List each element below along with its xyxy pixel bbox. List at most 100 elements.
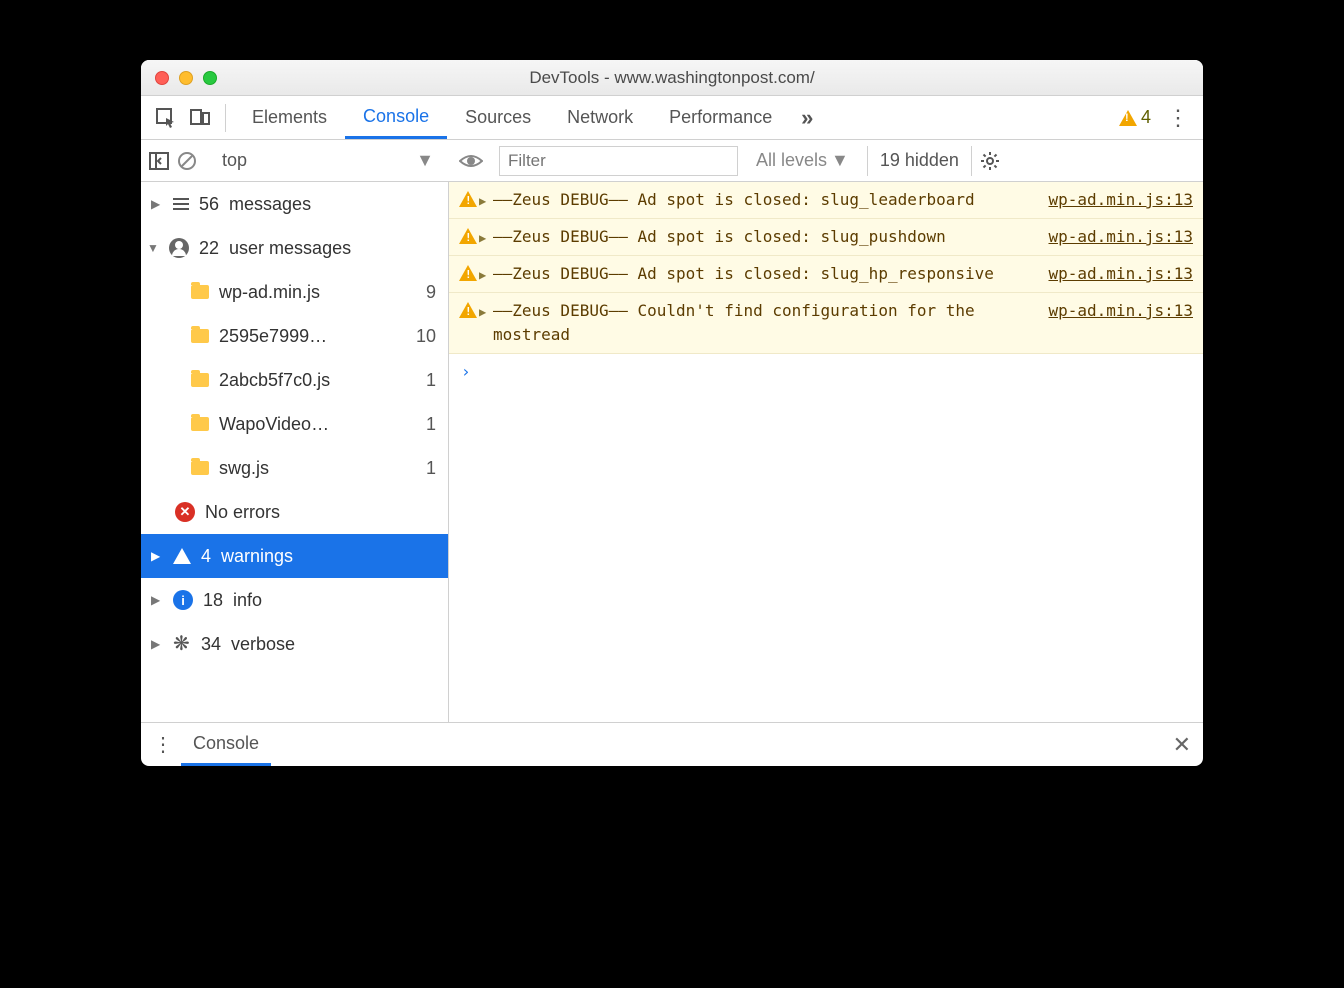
log-entry[interactable]: ▶ ––Zeus DEBUG–– Ad spot is closed: slug… bbox=[449, 256, 1203, 293]
errors-label: No errors bbox=[205, 502, 280, 523]
messages-count: 56 bbox=[199, 194, 219, 215]
file-name: wp-ad.min.js bbox=[219, 282, 320, 303]
folder-icon bbox=[191, 329, 209, 343]
level-label: All levels bbox=[756, 150, 827, 171]
sidebar-info[interactable]: ▶ i 18 info bbox=[141, 578, 448, 622]
console-settings-icon[interactable] bbox=[980, 151, 1000, 171]
file-count: 1 bbox=[426, 370, 436, 391]
sidebar-errors[interactable]: ✕ No errors bbox=[141, 490, 448, 534]
log-message: ––Zeus DEBUG–– Couldn't find configurati… bbox=[493, 299, 1039, 347]
sidebar-file-item[interactable]: 2595e7999… 10 bbox=[141, 314, 448, 358]
file-name: 2595e7999… bbox=[219, 326, 327, 347]
drawer-tab-console[interactable]: Console bbox=[181, 723, 271, 766]
context-selector[interactable]: top ▼ bbox=[213, 146, 443, 176]
file-name: WapoVideo… bbox=[219, 414, 329, 435]
log-message: ––Zeus DEBUG–– Ad spot is closed: slug_p… bbox=[493, 225, 1039, 249]
verbose-count: 34 bbox=[201, 634, 221, 655]
tab-performance[interactable]: Performance bbox=[651, 96, 790, 139]
titlebar: DevTools - www.washingtonpost.com/ bbox=[141, 60, 1203, 96]
chevron-right-icon: ▶ bbox=[151, 197, 163, 211]
expand-icon[interactable]: ▶ bbox=[479, 229, 493, 249]
log-message: ––Zeus DEBUG–– Ad spot is closed: slug_l… bbox=[493, 188, 1039, 212]
close-drawer-icon[interactable]: ✕ bbox=[1173, 732, 1191, 758]
expand-icon[interactable]: ▶ bbox=[479, 192, 493, 212]
inspect-element-icon[interactable] bbox=[149, 101, 183, 135]
file-count: 1 bbox=[426, 414, 436, 435]
file-count: 10 bbox=[416, 326, 436, 347]
warning-icon bbox=[173, 548, 191, 564]
verbose-label: verbose bbox=[231, 634, 295, 655]
folder-icon bbox=[191, 285, 209, 299]
expand-icon[interactable]: ▶ bbox=[479, 266, 493, 286]
user-messages-count: 22 bbox=[199, 238, 219, 259]
clear-console-icon[interactable] bbox=[177, 151, 197, 171]
issues-count: 4 bbox=[1141, 107, 1151, 128]
log-entry[interactable]: ▶ ––Zeus DEBUG–– Ad spot is closed: slug… bbox=[449, 182, 1203, 219]
window-title: DevTools - www.washingtonpost.com/ bbox=[141, 68, 1203, 88]
warnings-count: 4 bbox=[201, 546, 211, 567]
main-tabbar: Elements Console Sources Network Perform… bbox=[141, 96, 1203, 140]
log-entry[interactable]: ▶ ––Zeus DEBUG–– Ad spot is closed: slug… bbox=[449, 219, 1203, 256]
file-count: 9 bbox=[426, 282, 436, 303]
toggle-sidebar-icon[interactable] bbox=[149, 152, 169, 170]
chevron-right-icon: ▶ bbox=[151, 637, 163, 651]
folder-icon bbox=[191, 373, 209, 387]
settings-menu-icon[interactable]: ⋮ bbox=[1161, 101, 1195, 135]
more-tabs-icon[interactable]: » bbox=[790, 101, 824, 135]
warnings-label: warnings bbox=[221, 546, 293, 567]
log-entry[interactable]: ▶ ––Zeus DEBUG–– Couldn't find configura… bbox=[449, 293, 1203, 354]
file-name: swg.js bbox=[219, 458, 269, 479]
warning-icon bbox=[1119, 110, 1137, 126]
sidebar-file-item[interactable]: WapoVideo… 1 bbox=[141, 402, 448, 446]
dropdown-icon: ▼ bbox=[416, 150, 434, 171]
log-message: ––Zeus DEBUG–– Ad spot is closed: slug_h… bbox=[493, 262, 1039, 286]
error-icon: ✕ bbox=[175, 502, 195, 522]
expand-icon[interactable]: ▶ bbox=[479, 303, 493, 347]
live-expression-icon[interactable] bbox=[459, 153, 483, 169]
tab-console[interactable]: Console bbox=[345, 96, 447, 139]
log-source-link[interactable]: wp-ad.min.js:13 bbox=[1039, 188, 1194, 212]
sidebar-file-item[interactable]: wp-ad.min.js 9 bbox=[141, 270, 448, 314]
filter-input[interactable] bbox=[499, 146, 738, 176]
tab-network[interactable]: Network bbox=[549, 96, 651, 139]
sidebar-all-messages[interactable]: ▶ 56 messages bbox=[141, 182, 448, 226]
tab-elements[interactable]: Elements bbox=[234, 96, 345, 139]
folder-icon bbox=[191, 461, 209, 475]
sidebar-warnings[interactable]: ▶ 4 warnings bbox=[141, 534, 448, 578]
console-sidebar: ▶ 56 messages ▼ 22 user messages wp-ad.m… bbox=[141, 182, 449, 722]
user-icon bbox=[169, 238, 189, 258]
device-toolbar-icon[interactable] bbox=[183, 101, 217, 135]
console-toolbar: top ▼ All levels ▼ 19 hidden bbox=[141, 140, 1203, 182]
sidebar-verbose[interactable]: ▶ 34 verbose bbox=[141, 622, 448, 666]
log-source-link[interactable]: wp-ad.min.js:13 bbox=[1039, 262, 1194, 286]
drawer: ⋮ Console ✕ bbox=[141, 722, 1203, 766]
sidebar-user-messages[interactable]: ▼ 22 user messages bbox=[141, 226, 448, 270]
warning-icon bbox=[459, 302, 479, 347]
chevron-right-icon: ▶ bbox=[151, 549, 163, 563]
log-source-link[interactable]: wp-ad.min.js:13 bbox=[1039, 299, 1194, 347]
info-label: info bbox=[233, 590, 262, 611]
log-level-selector[interactable]: All levels ▼ bbox=[746, 150, 859, 171]
tab-sources[interactable]: Sources bbox=[447, 96, 549, 139]
warning-icon bbox=[459, 228, 479, 249]
chevron-right-icon: ▶ bbox=[151, 593, 163, 607]
messages-label: messages bbox=[229, 194, 311, 215]
chevron-down-icon: ▼ bbox=[147, 241, 159, 255]
log-source-link[interactable]: wp-ad.min.js:13 bbox=[1039, 225, 1194, 249]
sidebar-file-item[interactable]: 2abcb5f7c0.js 1 bbox=[141, 358, 448, 402]
issues-counter[interactable]: 4 bbox=[1109, 107, 1161, 128]
hidden-count[interactable]: 19 hidden bbox=[867, 146, 972, 176]
drawer-menu-icon[interactable]: ⋮ bbox=[153, 732, 173, 757]
list-icon bbox=[173, 198, 189, 210]
console-prompt[interactable]: › bbox=[449, 354, 1203, 389]
sidebar-file-item[interactable]: swg.js 1 bbox=[141, 446, 448, 490]
file-count: 1 bbox=[426, 458, 436, 479]
info-count: 18 bbox=[203, 590, 223, 611]
file-name: 2abcb5f7c0.js bbox=[219, 370, 330, 391]
context-value: top bbox=[222, 150, 247, 171]
console-log-area: ▶ ––Zeus DEBUG–– Ad spot is closed: slug… bbox=[449, 182, 1203, 722]
info-icon: i bbox=[173, 590, 193, 610]
console-body: ▶ 56 messages ▼ 22 user messages wp-ad.m… bbox=[141, 182, 1203, 722]
bug-icon bbox=[173, 635, 191, 653]
folder-icon bbox=[191, 417, 209, 431]
